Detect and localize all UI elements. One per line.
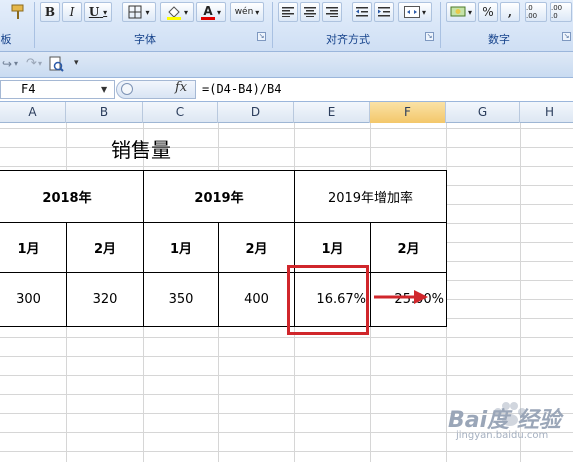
undo-dropdown-icon[interactable]: ▾ [14,59,18,68]
month-cell[interactable]: 2月 [370,222,447,273]
month-cell[interactable]: 2月 [66,222,144,273]
merge-center-button[interactable]: ▾ [398,2,432,22]
merge-cells-icon [403,6,420,18]
increase-indent-icon[interactable] [374,2,394,22]
print-preview-icon[interactable] [48,56,64,75]
column-header-a[interactable]: A [0,102,66,123]
redo-icon[interactable]: ↪ [2,57,12,71]
alignment-group-label: 对齐方式 [326,33,370,46]
column-header-c[interactable]: C [143,102,218,123]
value-cell[interactable]: 350 [143,272,219,327]
percent-button[interactable]: % [478,2,498,22]
insert-function-icon[interactable]: fx [175,80,187,95]
month-cell[interactable]: 1月 [143,222,219,273]
redo-arrow-icon[interactable]: ↷ [26,56,37,71]
borders-icon [128,5,142,19]
decrease-indent-icon[interactable] [352,2,372,22]
value-cell[interactable]: 300 [0,272,67,327]
red-arrow-icon [374,290,428,304]
year-header-2019[interactable]: 2019年 [143,170,295,223]
name-box[interactable]: F4 [0,80,115,99]
formula-bar-splitter-icon[interactable] [121,83,133,95]
currency-icon [450,6,466,17]
column-header-e[interactable]: E [294,102,370,123]
number-group-launcher[interactable]: ↘ [562,32,571,41]
increase-decimal-button[interactable]: .0 .00 [525,2,547,22]
customize-toolbar-icon[interactable]: ▾ [74,58,79,68]
font-color-button[interactable]: A ▾ [196,2,226,22]
rate-header[interactable]: 2019年增加率 [294,170,447,223]
value-cell[interactable]: 400 [218,272,295,327]
column-header-d[interactable]: D [218,102,294,123]
format-painter-icon[interactable] [6,2,30,22]
month-cell[interactable]: 1月 [0,222,67,273]
formula-input[interactable]: =(D4-B4)/B4 [202,82,281,96]
column-header-f[interactable]: F [370,102,446,123]
ribbon-clipboard-label: 板 [0,33,12,46]
name-box-dropdown-icon[interactable]: ▼ [101,85,107,94]
align-left-icon[interactable] [278,2,298,22]
column-header-g[interactable]: G [446,102,520,123]
number-group-label: 数字 [488,33,510,46]
alignment-group-launcher[interactable]: ↘ [425,32,434,41]
watermark-url: jingyan.baidu.com [456,430,549,441]
align-center-icon[interactable] [300,2,320,22]
highlight-box [287,265,369,335]
align-right-icon[interactable] [322,2,342,22]
font-group-launcher[interactable]: ↘ [257,32,266,41]
column-header-b[interactable]: B [66,102,143,123]
month-cell[interactable]: 2月 [218,222,295,273]
bold-button[interactable]: B [40,2,60,22]
quick-access-toolbar: ↪ ▾ ↷ ▾ ▾ [0,52,573,78]
redo-dropdown-icon[interactable]: ▾ [38,59,42,68]
column-headers: A B C D E F G H [0,102,573,123]
column-header-h[interactable]: H [520,102,573,123]
fill-color-button[interactable]: ▾ [160,2,194,22]
comma-button[interactable]: , [500,2,520,22]
formula-bar: F4 ▼ fx =(D4-B4)/B4 [0,78,573,102]
fill-color-icon [166,6,181,20]
underline-button[interactable]: U ▾ [84,2,112,22]
currency-button[interactable]: ▾ [446,2,476,22]
year-header-2018[interactable]: 2018年 [0,170,144,223]
sheet-title[interactable]: 销售量 [85,134,197,163]
decrease-decimal-button[interactable]: .00 .0 [550,2,572,22]
value-cell[interactable]: 320 [66,272,144,327]
phonetic-button[interactable]: wén ▾ [230,2,264,22]
borders-button[interactable]: ▾ [122,2,156,22]
font-group-label: 字体 [134,33,156,46]
italic-button[interactable]: I [62,2,82,22]
ribbon: 板 B I U ▾ ▾ ▾ A ▾ wén ▾ 字体 ↘ ▾ 对齐方式 ↘ ▾ … [0,0,573,52]
